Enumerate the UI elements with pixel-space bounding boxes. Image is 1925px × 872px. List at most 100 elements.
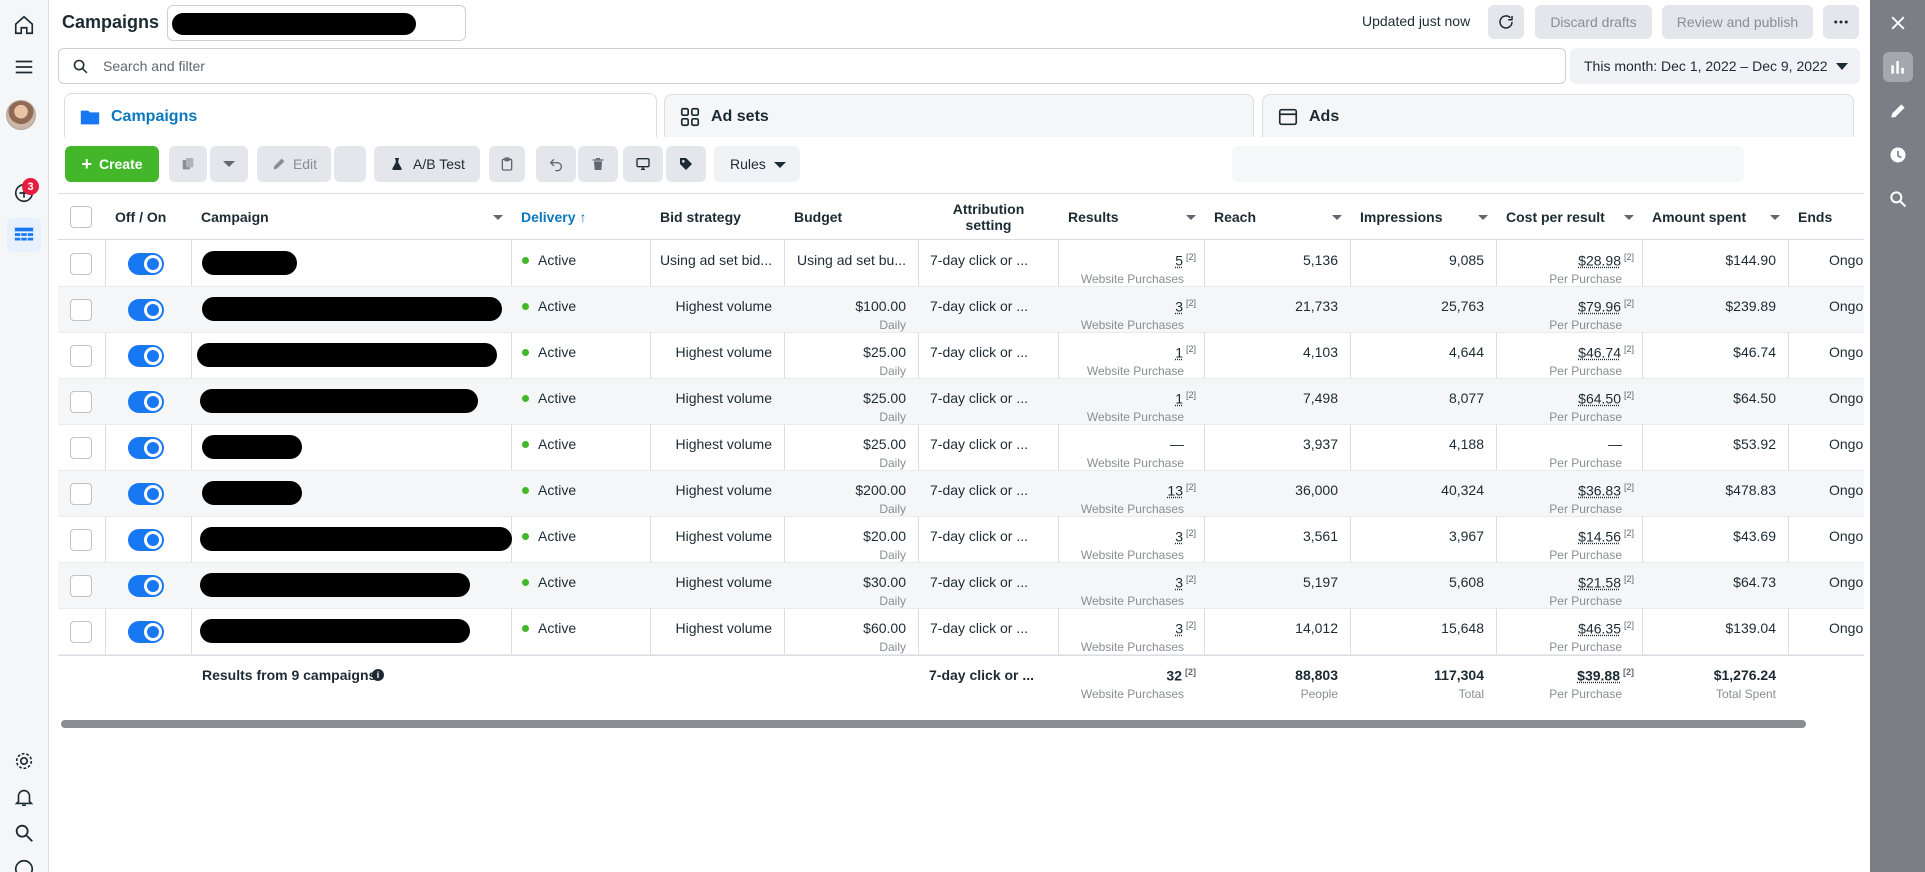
column-header-delivery[interactable]: Delivery ↑ [512,194,650,240]
create-button[interactable]: + Create [65,146,159,182]
horizontal-scrollbar[interactable] [61,720,1806,728]
row-checkbox[interactable] [70,529,92,551]
table-row[interactable]: Active Highest volume $60.00 Daily 7-day … [58,609,1864,655]
campaign-name-cell[interactable] [192,287,511,333]
column-header-bid-strategy[interactable]: Bid strategy [651,194,784,240]
campaign-name-cell[interactable] [192,517,512,563]
row-checkbox[interactable] [70,621,92,643]
results-value[interactable]: 3 [1175,575,1183,591]
campaign-name-cell[interactable] [192,471,511,517]
tab-campaigns[interactable]: Campaigns [64,93,657,139]
settings-icon[interactable] [7,744,41,778]
campaign-name-cell[interactable] [192,333,511,379]
results-value[interactable]: 3 [1175,299,1183,315]
results-value[interactable]: 1 [1175,345,1183,361]
cost-per-result-value[interactable]: $46.74 [1578,345,1621,361]
column-header-campaign[interactable]: Campaign [192,194,511,240]
column-header-amount-spent[interactable]: Amount spent [1643,194,1788,240]
ab-test-button[interactable]: A/B Test [374,146,480,182]
cost-per-result-value[interactable]: $14.56 [1578,529,1621,545]
row-checkbox[interactable] [70,253,92,275]
ads-manager-table-icon[interactable] [7,218,41,252]
row-checkbox[interactable] [70,391,92,413]
cost-per-result-value[interactable]: — [1608,436,1622,452]
campaign-name-cell[interactable] [192,609,511,655]
discard-drafts-button[interactable]: Discard drafts [1535,5,1652,39]
date-range-picker[interactable]: This month: Dec 1, 2022 – Dec 9, 2022 [1570,48,1860,84]
account-selector[interactable] [167,5,466,41]
campaign-name-cell[interactable] [192,241,511,287]
results-value[interactable]: 5 [1175,253,1183,269]
bell-icon[interactable] [7,780,41,814]
cost-per-result-value[interactable]: $46.35 [1578,621,1621,637]
tag-button[interactable] [666,146,706,182]
edit-button[interactable]: Edit [257,146,331,182]
campaign-toggle[interactable] [128,391,164,413]
delete-button[interactable] [578,146,618,182]
clock-icon[interactable] [1883,140,1913,170]
edit-dropdown-button[interactable] [334,146,366,182]
table-row[interactable]: Active Highest volume $100.00 Daily 7-day… [58,287,1864,333]
results-value[interactable]: 13 [1167,483,1183,499]
column-header-budget[interactable]: Budget [785,194,918,240]
cost-per-result-value[interactable]: $21.58 [1578,575,1621,591]
tab-ad-sets[interactable]: Ad sets [664,94,1254,138]
campaign-name-cell[interactable] [192,563,511,609]
table-row[interactable]: Active Using ad set bid... Using ad set … [58,241,1864,287]
inspect-icon[interactable] [1883,184,1913,214]
rules-dropdown[interactable]: Rules [714,146,800,182]
table-row[interactable]: Active Highest volume $20.00 Daily 7-day … [58,517,1864,563]
summary-cost-per-result[interactable]: $39.88 [1577,668,1620,684]
preview-button[interactable] [623,146,663,182]
row-checkbox[interactable] [70,483,92,505]
campaign-toggle[interactable] [128,575,164,597]
campaign-name-cell[interactable] [192,425,511,471]
campaign-toggle[interactable] [128,437,164,459]
more-options-button[interactable] [1823,5,1859,39]
refresh-button[interactable] [1488,5,1524,39]
row-checkbox[interactable] [70,299,92,321]
campaign-toggle[interactable] [128,345,164,367]
column-header-reach[interactable]: Reach [1205,194,1350,240]
results-value[interactable]: 3 [1175,621,1183,637]
row-checkbox[interactable] [70,345,92,367]
campaign-toggle[interactable] [128,483,164,505]
column-header-impressions[interactable]: Impressions [1351,194,1496,240]
duplicate-button[interactable] [169,146,207,182]
row-checkbox[interactable] [70,437,92,459]
table-row[interactable]: Active Highest volume $25.00 Daily 7-day … [58,379,1864,425]
campaign-toggle[interactable] [128,529,164,551]
table-row[interactable]: Active Highest volume $200.00 Daily 7-day… [58,471,1864,517]
close-icon[interactable] [1883,8,1913,38]
campaign-name-cell[interactable] [192,379,511,425]
table-row[interactable]: Active Highest volume $30.00 Daily 7-day … [58,563,1864,609]
table-row[interactable]: Active Highest volume $25.00 Daily 7-day … [58,333,1864,379]
cost-per-result-value[interactable]: $28.98 [1578,253,1621,269]
column-header-cost-per-result[interactable]: Cost per result [1497,194,1642,240]
review-and-publish-button[interactable]: Review and publish [1662,5,1813,39]
column-header-attribution[interactable]: Attribution setting [919,194,1058,240]
undo-button[interactable] [536,146,576,182]
menu-icon[interactable] [7,50,41,84]
row-checkbox[interactable] [70,575,92,597]
cost-per-result-value[interactable]: $64.50 [1578,391,1621,407]
avatar[interactable] [6,100,36,130]
cost-per-result-value[interactable]: $79.96 [1578,299,1621,315]
results-value[interactable]: 1 [1175,391,1183,407]
column-header-ends[interactable]: Ends [1789,194,1864,240]
tab-ads[interactable]: Ads [1262,94,1854,138]
results-value[interactable]: — [1170,436,1184,452]
info-icon[interactable]: i [372,669,384,681]
column-header-results[interactable]: Results [1059,194,1204,240]
column-header-off-on[interactable]: Off / On [106,194,191,240]
search-icon[interactable] [7,816,41,850]
search-input[interactable]: Search and filter [58,48,1566,84]
bar-chart-icon[interactable] [1883,52,1913,82]
results-value[interactable]: 3 [1175,529,1183,545]
pencil-icon[interactable] [1883,96,1913,126]
help-icon[interactable] [7,852,41,872]
cost-per-result-value[interactable]: $36.83 [1578,483,1621,499]
duplicate-dropdown-button[interactable] [210,146,248,182]
select-all-checkbox[interactable] [70,206,92,228]
campaign-toggle[interactable] [128,299,164,321]
